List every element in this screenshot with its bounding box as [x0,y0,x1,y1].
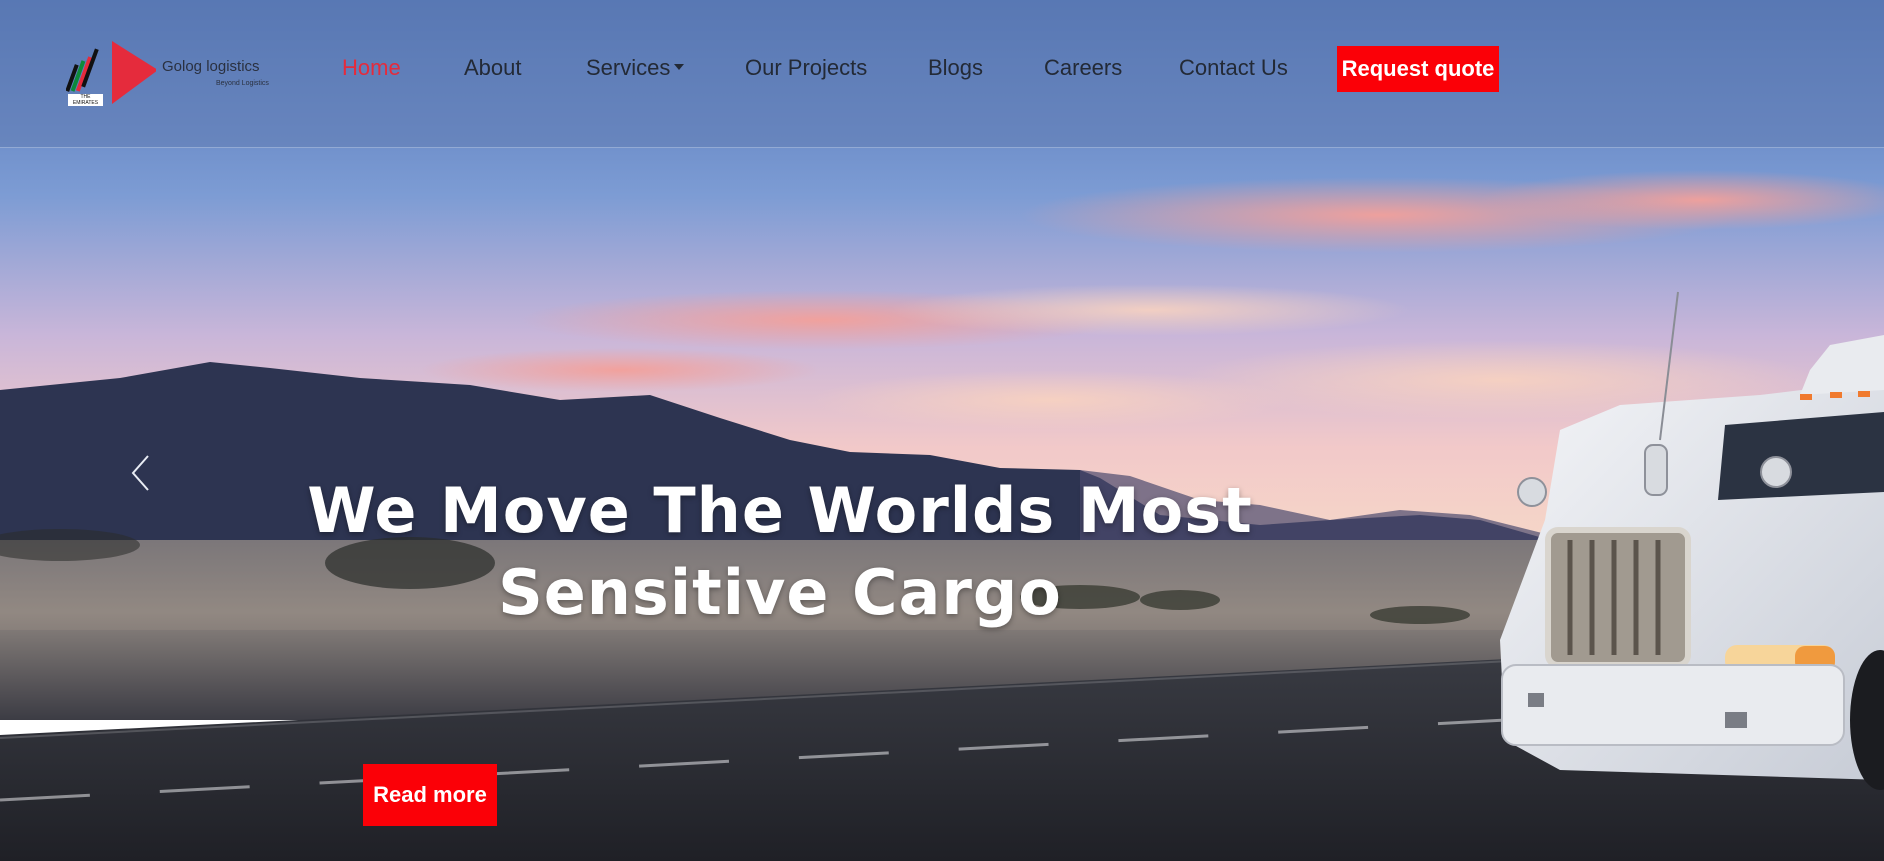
hero-title: We Move The Worlds Most Sensitive Cargo [300,470,1260,634]
carousel-prev-button[interactable] [128,452,154,494]
emirates-badge-label: THE EMIRATES [72,94,99,106]
brand-tagline: Beyond Logistics [216,80,269,87]
page: THE EMIRATES Golog logistics Beyond Logi… [0,0,1884,861]
nav-about[interactable]: About [464,55,522,81]
request-quote-button[interactable]: Request quote [1337,46,1499,92]
read-more-button[interactable]: Read more [363,764,497,826]
nav-services-label: Services [586,55,671,80]
hero-title-line-1: We Move The Worlds Most [307,474,1253,547]
emirates-badge: THE EMIRATES [68,94,103,106]
nav-our-projects[interactable]: Our Projects [745,55,867,81]
chevron-left-icon [131,455,149,491]
hero-title-line-2: Sensitive Cargo [498,556,1062,629]
brand-name: Golog logistics [162,58,260,75]
nav-home[interactable]: Home [342,55,401,81]
nav-blogs[interactable]: Blogs [928,55,983,81]
nav-services[interactable]: Services [586,55,685,81]
caret-down-icon [674,64,685,71]
top-navbar: THE EMIRATES Golog logistics Beyond Logi… [0,0,1884,148]
brand-logo[interactable]: THE EMIRATES Golog logistics Beyond Logi… [65,38,276,108]
nav-careers[interactable]: Careers [1044,55,1122,81]
nav-contact-us[interactable]: Contact Us [1179,55,1288,81]
